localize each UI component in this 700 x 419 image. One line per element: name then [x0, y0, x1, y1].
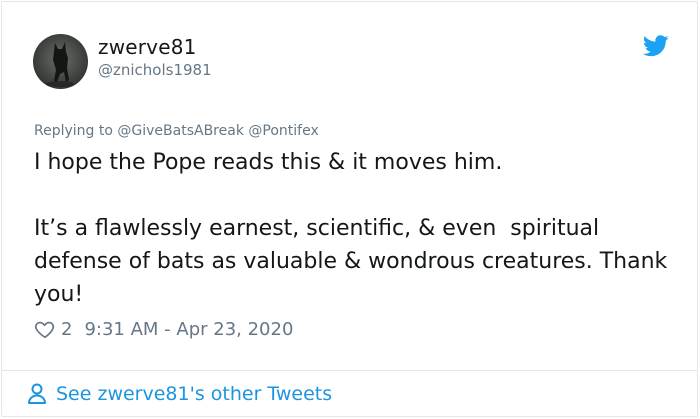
tweet-paragraph: It’s a flawlessly earnest, scientific, &…	[34, 216, 675, 307]
like-count[interactable]: 2	[61, 319, 72, 340]
replying-prefix: Replying to	[34, 123, 118, 139]
avatar-photo	[33, 34, 88, 89]
see-other-tweets-link[interactable]: See zwerve81's other Tweets	[26, 382, 332, 406]
avatar[interactable]	[33, 34, 88, 89]
mention-link[interactable]: @Pontifex	[248, 123, 318, 139]
user-handle[interactable]: @znichols1981	[98, 61, 212, 79]
tweet-meta: 2 9:31 AM - Apr 23, 2020	[34, 318, 293, 340]
tweet-card: zwerve81 @znichols1981 Replying to @Give…	[1, 1, 698, 417]
display-name[interactable]: zwerve81	[98, 35, 197, 59]
replying-to: Replying to @GiveBatsABreak @Pontifex	[34, 123, 319, 139]
see-other-tweets-label[interactable]: See zwerve81's other Tweets	[56, 383, 332, 405]
timestamp[interactable]: 9:31 AM - Apr 23, 2020	[84, 319, 293, 340]
divider	[2, 370, 697, 371]
person-icon	[28, 383, 46, 404]
tweet-paragraph: I hope the Pope reads this & it moves hi…	[34, 150, 503, 175]
mention-link[interactable]: @GiveBatsABreak	[117, 123, 244, 139]
heart-outline-icon[interactable]	[34, 318, 56, 340]
twitter-bird-icon[interactable]	[643, 35, 669, 57]
tweet-text: I hope the Pope reads this & it moves hi…	[34, 146, 674, 311]
